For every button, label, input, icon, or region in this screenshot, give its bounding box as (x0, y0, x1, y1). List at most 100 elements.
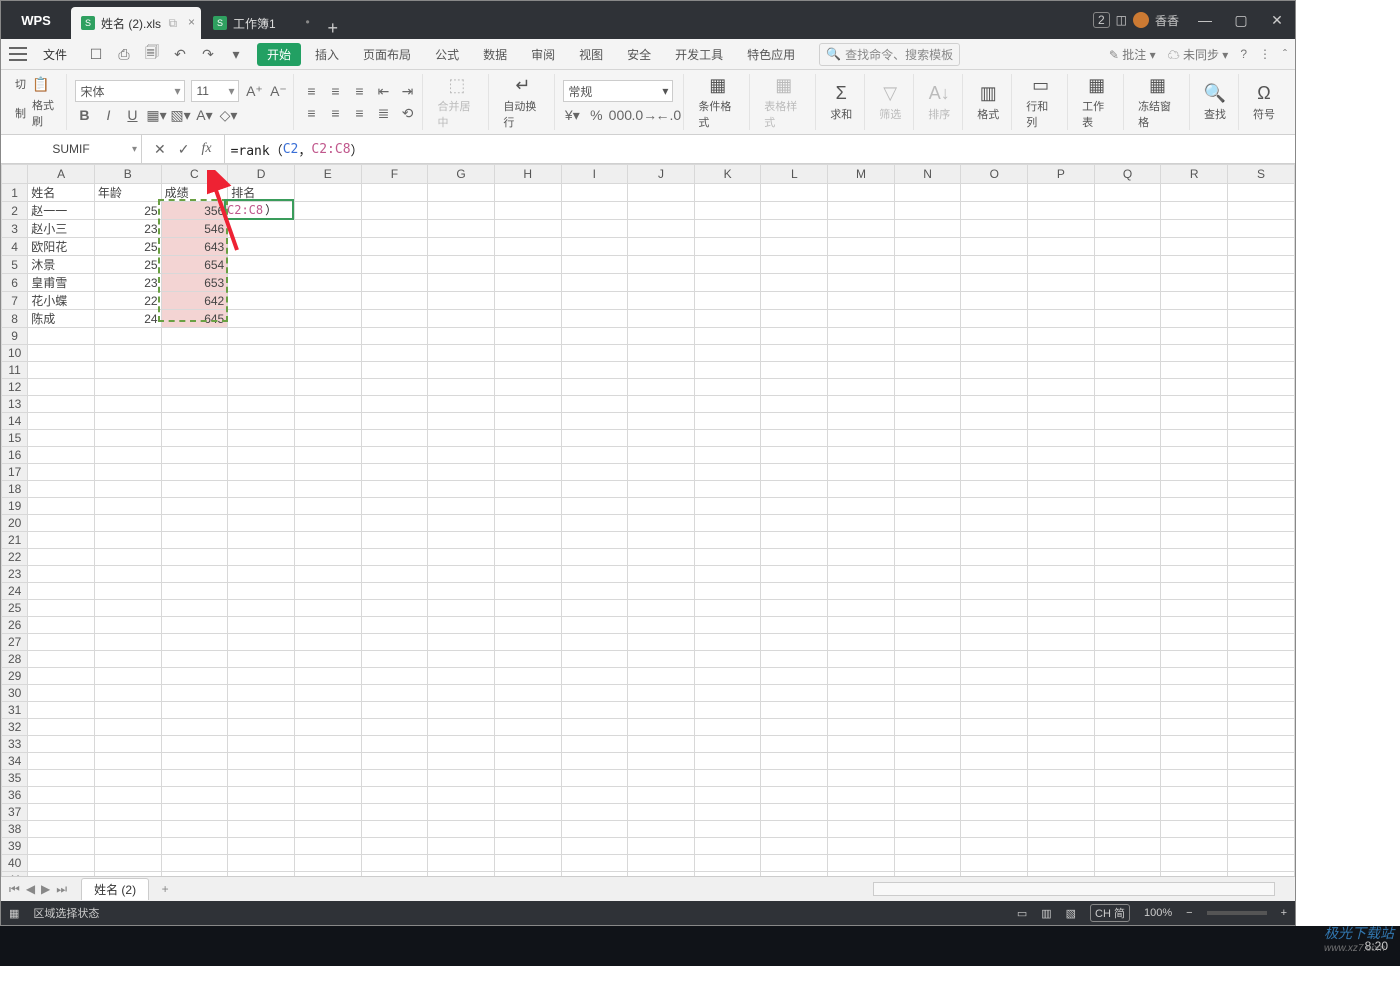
cell-H3[interactable] (494, 220, 561, 238)
cell-L27[interactable] (761, 634, 828, 651)
cell-Q3[interactable] (1094, 220, 1161, 238)
cell-O3[interactable] (961, 220, 1028, 238)
cell-N31[interactable] (894, 702, 961, 719)
cell-H5[interactable] (494, 256, 561, 274)
sort-button[interactable]: A↓排序 (922, 74, 956, 130)
cell-S8[interactable] (1228, 310, 1295, 328)
cell-P27[interactable] (1028, 634, 1095, 651)
cell-E39[interactable] (294, 838, 361, 855)
cell-I27[interactable] (561, 634, 628, 651)
col-header-C[interactable]: C (161, 165, 228, 184)
cell-O18[interactable] (961, 481, 1028, 498)
cell-L37[interactable] (761, 804, 828, 821)
cell-F16[interactable] (361, 447, 428, 464)
fill-color-icon[interactable]: ◇▾ (219, 106, 237, 124)
cell-K22[interactable] (694, 549, 761, 566)
cell-L11[interactable] (761, 362, 828, 379)
cell-D14[interactable] (228, 413, 295, 430)
cell-O22[interactable] (961, 549, 1028, 566)
command-search[interactable]: 🔍 查找命令、搜索模板 (819, 43, 960, 66)
cell-G8[interactable] (428, 310, 495, 328)
cell-J36[interactable] (628, 787, 695, 804)
hamburger-icon[interactable] (9, 47, 27, 61)
cell-I25[interactable] (561, 600, 628, 617)
ribbon-tab-开发工具[interactable]: 开发工具 (665, 43, 733, 66)
cell-P17[interactable] (1028, 464, 1095, 481)
cell-D10[interactable] (228, 345, 295, 362)
cell-F4[interactable] (361, 238, 428, 256)
cell-B27[interactable] (94, 634, 161, 651)
row-header-35[interactable]: 35 (2, 770, 28, 787)
cell-A9[interactable] (28, 328, 95, 345)
conditional-format-button[interactable]: ▦条件格式 (692, 74, 743, 130)
collapse-ribbon-icon[interactable]: ˆ (1283, 47, 1287, 61)
col-header-Q[interactable]: Q (1094, 165, 1161, 184)
cell-S40[interactable] (1228, 855, 1295, 872)
cell-A3[interactable]: 赵小三 (28, 220, 95, 238)
cell-Q11[interactable] (1094, 362, 1161, 379)
cell-P38[interactable] (1028, 821, 1095, 838)
cell-S22[interactable] (1228, 549, 1295, 566)
cell-N38[interactable] (894, 821, 961, 838)
cell-B21[interactable] (94, 532, 161, 549)
cell-D34[interactable] (228, 753, 295, 770)
cell-G11[interactable] (428, 362, 495, 379)
cell-J27[interactable] (628, 634, 695, 651)
row-header-21[interactable]: 21 (2, 532, 28, 549)
cell-E35[interactable] (294, 770, 361, 787)
cell-K18[interactable] (694, 481, 761, 498)
cell-L29[interactable] (761, 668, 828, 685)
cell-O40[interactable] (961, 855, 1028, 872)
col-header-M[interactable]: M (828, 165, 895, 184)
cell-K17[interactable] (694, 464, 761, 481)
cell-I29[interactable] (561, 668, 628, 685)
close-tab-icon[interactable]: • (306, 15, 310, 29)
cell-H16[interactable] (494, 447, 561, 464)
cell-M13[interactable] (828, 396, 895, 413)
cell-O31[interactable] (961, 702, 1028, 719)
zoom-slider[interactable] (1207, 911, 1267, 915)
sheet-nav-prev-icon[interactable]: ◀ (26, 882, 35, 896)
cell-Q27[interactable] (1094, 634, 1161, 651)
cell-F34[interactable] (361, 753, 428, 770)
cell-A14[interactable] (28, 413, 95, 430)
cancel-formula-icon[interactable]: ✕ (154, 141, 166, 158)
cell-O33[interactable] (961, 736, 1028, 753)
cell-J40[interactable] (628, 855, 695, 872)
cell-Q40[interactable] (1094, 855, 1161, 872)
close-window-button[interactable]: ✕ (1259, 1, 1295, 39)
row-header-25[interactable]: 25 (2, 600, 28, 617)
cell-M17[interactable] (828, 464, 895, 481)
cell-I4[interactable] (561, 238, 628, 256)
cell-R20[interactable] (1161, 515, 1228, 532)
cell-I9[interactable] (561, 328, 628, 345)
cell-D19[interactable] (228, 498, 295, 515)
cell-F24[interactable] (361, 583, 428, 600)
cell-M7[interactable] (828, 292, 895, 310)
cell-N29[interactable] (894, 668, 961, 685)
cell-B3[interactable]: 23 (94, 220, 161, 238)
cell-M2[interactable] (828, 202, 895, 220)
cell-I37[interactable] (561, 804, 628, 821)
preview-icon[interactable]: 🗐 (143, 45, 161, 63)
cell-R40[interactable] (1161, 855, 1228, 872)
sheet-tab-active[interactable]: 姓名 (2) (81, 878, 149, 900)
cell-R29[interactable] (1161, 668, 1228, 685)
cell-H21[interactable] (494, 532, 561, 549)
cell-G23[interactable] (428, 566, 495, 583)
zoom-out-icon[interactable]: − (1186, 907, 1192, 919)
cell-P20[interactable] (1028, 515, 1095, 532)
cell-D7[interactable] (228, 292, 295, 310)
decrease-decimal-icon[interactable]: ←.0 (659, 106, 677, 124)
cell-O29[interactable] (961, 668, 1028, 685)
cell-S26[interactable] (1228, 617, 1295, 634)
cell-C33[interactable] (161, 736, 228, 753)
find-button[interactable]: 🔍查找 (1198, 74, 1232, 130)
cell-A35[interactable] (28, 770, 95, 787)
cell-D3[interactable] (228, 220, 295, 238)
cell-G36[interactable] (428, 787, 495, 804)
cell-E36[interactable] (294, 787, 361, 804)
cell-B36[interactable] (94, 787, 161, 804)
cell-M24[interactable] (828, 583, 895, 600)
cell-G25[interactable] (428, 600, 495, 617)
